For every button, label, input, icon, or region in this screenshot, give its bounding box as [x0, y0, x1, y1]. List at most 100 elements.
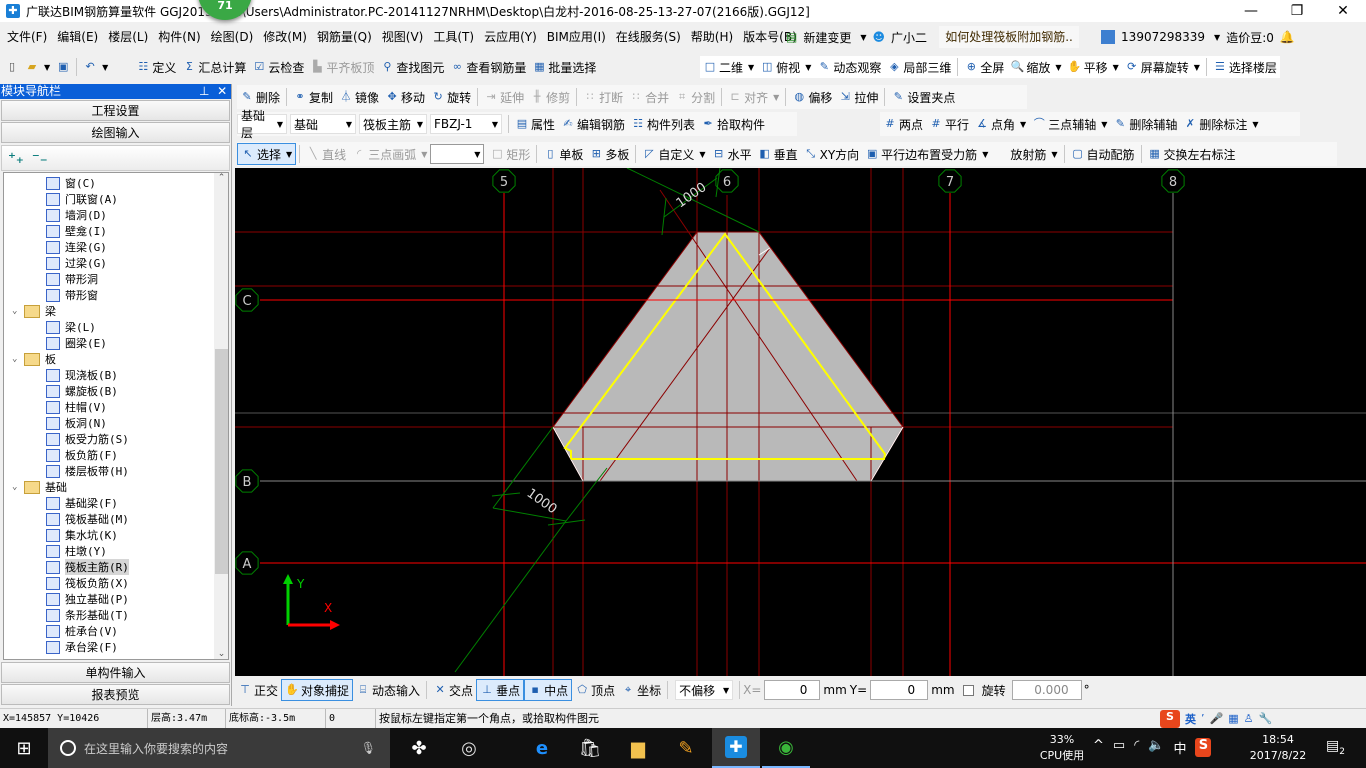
- collapse-all-icon[interactable]: ⁻₋: [32, 149, 48, 167]
- menu-item[interactable]: 编辑(E): [52, 26, 103, 48]
- search-box[interactable]: 在这里输入你要搜索的内容 🎙: [48, 728, 390, 768]
- y-input[interactable]: 0: [870, 680, 929, 700]
- selector-3[interactable]: FBZJ-1 ▼: [430, 114, 502, 134]
- selector-0[interactable]: 基础层 ▼: [237, 109, 287, 140]
- punct-icon[interactable]: ’: [1201, 712, 1205, 725]
- tree-item[interactable]: 带形洞: [46, 271, 98, 287]
- delete-axis-button[interactable]: ✎ 删除辅轴: [1110, 113, 1180, 135]
- tree-item[interactable]: 连梁(G): [46, 239, 107, 255]
- cursor-button[interactable]: ↖ 选择 ▼: [237, 143, 297, 165]
- 2d-button[interactable]: □ 二维 ▼: [700, 56, 757, 78]
- chevron-down-icon[interactable]: ▼: [1020, 120, 1026, 129]
- chevron-down-icon[interactable]: ▼: [1194, 63, 1200, 72]
- clock[interactable]: 18:54 2017/8/22: [1238, 732, 1318, 764]
- sogou-tray-icon[interactable]: S: [1195, 738, 1212, 757]
- new-file-button[interactable]: ▯: [2, 56, 22, 78]
- align-button[interactable]: ⊏ 对齐 ▼: [725, 86, 782, 108]
- section-single-input[interactable]: 单构件输入: [1, 662, 230, 683]
- expand-all-icon[interactable]: ⁺₊: [8, 149, 24, 167]
- two-point-button[interactable]: # 两点: [880, 113, 926, 135]
- stretch-button[interactable]: ⇲ 拉伸: [835, 86, 881, 108]
- orbit-button[interactable]: ✎ 动态观察: [814, 56, 884, 78]
- menu-item[interactable]: 修改(M): [258, 26, 312, 48]
- new-change-button[interactable]: 新建变更: [803, 29, 851, 46]
- selector-2[interactable]: 筏板主筋 ▼: [359, 114, 427, 134]
- taskbar-ggj[interactable]: ✚: [712, 728, 760, 768]
- parallel-button[interactable]: # 平行: [926, 113, 972, 135]
- wrench-icon[interactable]: 🔧: [1258, 712, 1272, 725]
- point-angle-button[interactable]: ∡ 点角 ▼: [972, 113, 1029, 135]
- binoculars-button[interactable]: ⚲ 查找图元: [377, 56, 447, 78]
- dynamic-input-button[interactable]: ⌸ 动态输入: [353, 679, 423, 701]
- tree-item[interactable]: 现浇板(B): [46, 367, 118, 383]
- chevron-down-icon[interactable]: ▼: [1113, 63, 1119, 72]
- tree-folder[interactable]: ⌄ 基础: [12, 479, 67, 495]
- perpendicular-button[interactable]: ⊥ 垂点: [476, 679, 525, 701]
- mirror-button[interactable]: ⏃ 镜像: [336, 86, 382, 108]
- chevron-down-icon[interactable]: ▼: [421, 150, 427, 159]
- custom-button[interactable]: ◸ 自定义 ▼: [639, 143, 708, 165]
- phone-account[interactable]: 13907298339: [1121, 30, 1205, 44]
- arc-button[interactable]: ◜ 三点画弧 ▼: [349, 143, 430, 165]
- coordinate-button[interactable]: ⌖ 坐标: [618, 679, 664, 701]
- three-point-axis-button[interactable]: ⌒ 三点辅轴 ▼: [1029, 113, 1110, 135]
- taskbar-app-spiral[interactable]: ◎: [445, 728, 493, 768]
- open-file-button[interactable]: ▰ ▼: [22, 56, 53, 78]
- tree-item[interactable]: 条形基础(T): [46, 607, 129, 623]
- tree-item[interactable]: 板洞(N): [46, 415, 107, 431]
- line-button[interactable]: ╲ 直线: [303, 143, 349, 165]
- tray-expand-icon[interactable]: ^: [1093, 738, 1104, 757]
- properties-button[interactable]: ▤ 属性: [512, 113, 558, 135]
- minimize-button[interactable]: —: [1228, 0, 1274, 22]
- shirt-icon[interactable]: ♙: [1244, 712, 1254, 725]
- rotate-button[interactable]: ↻ 旋转: [428, 86, 474, 108]
- menu-item[interactable]: 绘图(D): [206, 26, 259, 48]
- tree-item[interactable]: 柱墩(Y): [46, 543, 107, 559]
- batch-select-button[interactable]: ▦ 批量选择: [529, 56, 599, 78]
- intersection-button[interactable]: ✕ 交点: [430, 679, 476, 701]
- top-view-button[interactable]: ◫ 俯视 ▼: [757, 56, 814, 78]
- midpoint-button[interactable]: ▪ 中点: [524, 679, 573, 701]
- offset-button[interactable]: ◍ 偏移: [789, 86, 835, 108]
- tree-item[interactable]: 集水坑(K): [46, 527, 118, 543]
- tree-item[interactable]: 筏板基础(M): [46, 511, 129, 527]
- delete-button[interactable]: ✎ 删除: [237, 86, 283, 108]
- tree-item[interactable]: 螺旋板(B): [46, 383, 118, 399]
- tree-folder[interactable]: ⌄ 梁: [12, 303, 56, 319]
- single-slab-button[interactable]: ▯ 单板: [540, 143, 586, 165]
- fullscreen-button[interactable]: ⊕ 全屏: [961, 56, 1007, 78]
- section-drawing-input[interactable]: 绘图输入: [1, 122, 230, 143]
- start-button[interactable]: ⊞: [0, 728, 48, 768]
- microphone-icon[interactable]: 🎙: [361, 741, 376, 755]
- taskbar-green-app[interactable]: ◉: [762, 728, 810, 768]
- break-button[interactable]: ∷ 打断: [580, 86, 626, 108]
- selector-1[interactable]: 基础 ▼: [290, 114, 356, 134]
- pin-icon[interactable]: ⊥: [199, 84, 209, 98]
- taskbar-explorer[interactable]: ▆: [614, 728, 662, 768]
- chevron-down-icon[interactable]: ▼: [773, 93, 779, 102]
- tree-item[interactable]: 桩承台(V): [46, 623, 118, 639]
- battery-icon[interactable]: ▭: [1113, 738, 1125, 757]
- drawing-canvas[interactable]: 1000 1000 5 6 7 8 C B A Y X: [235, 168, 1366, 676]
- chevron-down-icon[interactable]: ▼: [286, 150, 292, 159]
- horizontal-button[interactable]: ⊟ 水平: [709, 143, 755, 165]
- sogou-icon[interactable]: S: [1160, 709, 1180, 728]
- chevron-down-icon[interactable]: ▼: [699, 150, 705, 159]
- copy-button[interactable]: ⚭ 复制: [290, 86, 336, 108]
- menu-item[interactable]: 钢筋量(Q): [312, 26, 377, 48]
- tree-item[interactable]: 壁龛(I): [46, 223, 107, 239]
- radial-button[interactable]: 放射筋 ▼: [991, 143, 1060, 165]
- cloud-check-button[interactable]: ☑ 云检查: [249, 56, 307, 78]
- chevron-down-icon[interactable]: ▼: [748, 63, 754, 72]
- tree-item[interactable]: 圈梁(E): [46, 335, 107, 351]
- save-button[interactable]: ▣: [53, 56, 73, 78]
- notification-center[interactable]: ▤2: [1326, 738, 1345, 757]
- chevron-down-icon[interactable]: ▼: [805, 63, 811, 72]
- menu-item[interactable]: 工具(T): [428, 26, 479, 48]
- select-floor-button[interactable]: ☰ 选择楼层: [1210, 56, 1280, 78]
- snap-button[interactable]: ✋ 对象捕捉: [281, 679, 354, 701]
- sigma-button[interactable]: Σ 汇总计算: [179, 56, 249, 78]
- move-button[interactable]: ✥ 移动: [382, 86, 428, 108]
- tree-item[interactable]: 墙洞(D): [46, 207, 107, 223]
- menu-item[interactable]: 在线服务(S): [611, 26, 686, 48]
